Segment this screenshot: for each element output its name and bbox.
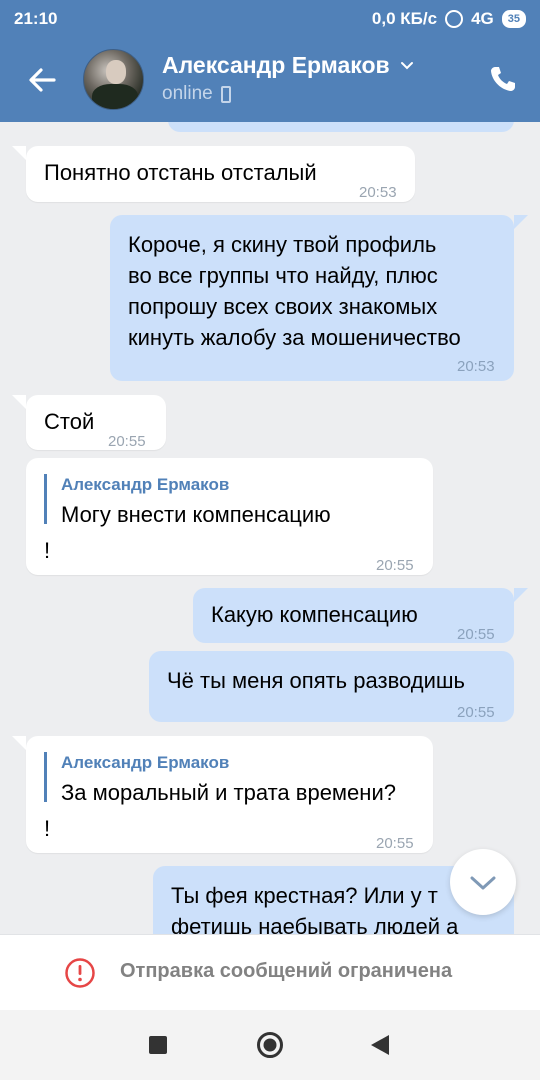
message-time: 20:53 — [457, 358, 495, 375]
battery-indicator: 35 — [501, 10, 526, 28]
contact-status: online — [162, 83, 231, 105]
online-status: online — [162, 83, 213, 104]
restricted-text: Отправка сообщений ограничена — [120, 960, 453, 982]
back-nav-button[interactable] — [371, 1035, 389, 1060]
arrow-left-icon — [29, 68, 56, 92]
quoted-message[interactable]: Александр Ермаков За моральный и трата в… — [44, 752, 396, 805]
chevron-down-icon — [470, 876, 496, 890]
message-text: Понятно отстань отсталый — [44, 160, 317, 185]
quoted-message[interactable]: Александр Ермаков Могу внести компенсаци… — [44, 474, 331, 527]
message-incoming[interactable]: Стой 20:55 — [12, 395, 166, 450]
circle-icon — [257, 1032, 283, 1058]
message-text: ! — [44, 816, 51, 841]
network-type: 4G — [471, 9, 494, 28]
message-text: Какую компенсацию — [211, 602, 418, 627]
quote-author: Александр Ермаков — [61, 475, 230, 494]
status-bar: 21:10 0,0 КБ/с 4G 35 — [0, 0, 540, 38]
contact-name: Александр Ермаков — [162, 52, 390, 78]
message-time: 20:55 — [457, 626, 495, 643]
message-text: ! — [44, 538, 51, 563]
back-button[interactable] — [24, 62, 60, 98]
message-list[interactable]: Понятно отстань отсталый 20:53 Короче, я… — [0, 122, 540, 934]
avatar[interactable] — [83, 49, 144, 110]
warning-icon — [65, 958, 95, 988]
quote-text: Могу внести компенсацию — [61, 502, 331, 527]
phone-icon — [491, 67, 515, 91]
message-incoming[interactable]: Понятно отстань отсталый 20:53 — [12, 146, 415, 202]
chevron-down-icon — [400, 61, 413, 69]
square-icon — [149, 1036, 167, 1054]
message-incoming-reply[interactable]: Александр Ермаков За моральный и трата в… — [12, 736, 433, 853]
quote-text: За моральный и трата времени? — [61, 780, 396, 805]
scroll-to-bottom-button[interactable] — [450, 849, 516, 915]
message-outgoing[interactable]: Какую компенсацию 20:55 — [193, 588, 528, 643]
message-text: Чё ты меня опять разводишь — [167, 668, 465, 693]
status-indicators: 0,0 КБ/с 4G 35 — [372, 9, 526, 29]
message-time: 20:53 — [359, 184, 397, 201]
message-time: 20:55 — [376, 557, 414, 574]
contact-name-dropdown[interactable]: Александр Ермаков — [162, 52, 414, 79]
system-navigation-bar — [0, 1010, 540, 1080]
message-incoming-reply[interactable]: Александр Ермаков Могу внести компенсаци… — [26, 458, 433, 575]
quote-author: Александр Ермаков — [61, 753, 230, 772]
status-time: 21:10 — [14, 9, 58, 28]
triangle-back-icon — [371, 1035, 389, 1055]
message-text: Короче, я скину твой профиль во все груп… — [128, 232, 461, 350]
message-bubble-partial[interactable] — [168, 122, 514, 132]
message-text: Ты фея крестная? Или у т фетишь наебыват… — [171, 883, 459, 934]
message-text: Стой — [44, 409, 95, 434]
home-button[interactable] — [256, 1031, 284, 1064]
message-time: 20:55 — [108, 433, 146, 450]
chat-header: 21:10 0,0 КБ/с 4G 35 Александр Ермаков o… — [0, 0, 540, 122]
message-outgoing[interactable]: Чё ты меня опять разводишь 20:55 — [149, 651, 514, 722]
message-time: 20:55 — [376, 835, 414, 852]
recents-button[interactable] — [149, 1036, 167, 1059]
message-time: 20:55 — [457, 704, 495, 721]
network-speed: 0,0 КБ/с — [371, 9, 438, 28]
call-button[interactable] — [488, 64, 518, 94]
alarm-icon — [445, 10, 464, 28]
mobile-device-icon — [220, 85, 231, 103]
message-outgoing[interactable]: Короче, я скину твой профиль во все груп… — [110, 215, 528, 381]
messaging-restricted-banner: Отправка сообщений ограничена — [0, 934, 540, 1010]
